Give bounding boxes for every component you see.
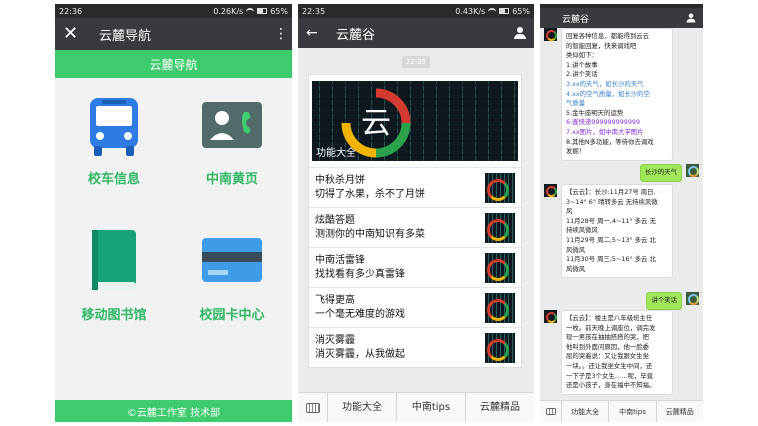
bus-icon — [90, 98, 138, 156]
battery-level: 65% — [270, 6, 288, 16]
menu-item-tips[interactable]: 中南tips — [397, 392, 466, 422]
article-item[interactable]: 炫酷答题测测你的中南知识有多菜 — [309, 207, 521, 247]
item-subtitle: 找找看有多少真雷锋 — [315, 268, 405, 280]
battery-icon — [499, 8, 510, 14]
menu-item-features[interactable]: 功能大全 — [328, 392, 397, 422]
item-title: 炫酷答题 — [315, 214, 355, 226]
page-title: 云麓导航 — [99, 28, 152, 44]
tile-grid: 校车信息 中南黄页 移动图书馆 校园卡中心 — [55, 78, 292, 400]
status-time: 22:36 — [59, 6, 83, 16]
user-profile-icon[interactable] — [686, 13, 696, 23]
user-profile-icon[interactable] — [514, 27, 526, 39]
banner-caption: 功能大全 — [316, 148, 356, 159]
message-bubble: 回复各种信息，都能得到云云 的智能回复，快来调戏吧 类似如下： 1.讲个故事 2… — [561, 28, 673, 161]
message-bubble: 长沙的天气 — [640, 164, 682, 182]
item-subtitle: 切得了水果，杀不了月饼 — [315, 188, 425, 200]
item-title: 中秋杀月饼 — [315, 174, 365, 186]
item-title: 飞得更高 — [315, 294, 355, 306]
user-avatar — [686, 292, 699, 305]
tile-label: 移动图书馆 — [81, 308, 147, 323]
item-thumbnail — [485, 252, 515, 283]
svg-text:云: 云 — [361, 106, 391, 141]
item-subtitle: 消灭雾霾，从我做起 — [315, 348, 405, 360]
wifi-icon — [488, 8, 497, 14]
message-time: 22:35 — [402, 56, 430, 68]
menu-item-features[interactable]: 功能大全 — [562, 400, 610, 422]
book-icon — [92, 230, 136, 290]
article-item[interactable]: 消灭雾霾消灭雾霾，从我做起 — [309, 327, 521, 367]
tile-label: 校车信息 — [87, 172, 140, 187]
article-item[interactable]: 中秋杀月饼切得了水果，杀不了月饼 — [309, 167, 521, 207]
message-bubble: 讲个笑话 — [646, 292, 682, 310]
menu-item-featured[interactable]: 云麓精品 — [657, 401, 703, 423]
back-arrow-icon[interactable]: ← — [306, 25, 322, 41]
keyboard-icon — [305, 402, 320, 413]
card-banner[interactable]: 云 功能大全 — [312, 81, 518, 161]
bottom-menu: 功能大全 中南tips 云麓精品 — [298, 392, 534, 422]
bot-avatar — [544, 184, 557, 197]
close-icon[interactable]: ✕ — [63, 25, 79, 43]
title-bar: 云麓谷 — [540, 8, 703, 28]
menu-item-tips[interactable]: 中南tips — [609, 400, 657, 422]
title-bar: ← 云麓谷 — [298, 18, 534, 48]
card-icon — [202, 238, 262, 282]
menu-item-featured[interactable]: 云麓精品 — [466, 393, 534, 423]
header-banner: 云麓导航 — [55, 50, 292, 78]
item-title: 中南活雷锋 — [315, 254, 365, 266]
item-subtitle: 一个毫无难度的游戏 — [315, 308, 405, 320]
item-thumbnail — [485, 332, 515, 363]
article-item[interactable]: 飞得更高一个毫无难度的游戏 — [309, 287, 521, 327]
footer: ©云麓工作室 技术部 — [55, 400, 292, 422]
item-thumbnail — [485, 212, 515, 243]
bot-avatar — [544, 28, 557, 41]
message-bubble: 【云云】：长沙:11月27号 周日, 3~14° 6° 晴转多云 无持续风微 风… — [561, 184, 673, 279]
title-bar: ✕ 云麓导航 ⋮ — [55, 18, 292, 50]
tile-label: 校园卡中心 — [199, 308, 265, 323]
article-item[interactable]: 中南活雷锋找找看有多少真雷锋 — [309, 247, 521, 287]
user-avatar — [686, 164, 699, 177]
item-thumbnail — [485, 292, 515, 323]
bottom-menu: 功能大全 中南tips 云麓精品 — [540, 400, 703, 422]
keyboard-icon — [545, 408, 556, 415]
tile-label: 中南黄页 — [205, 172, 258, 187]
phone-screen-chat: 云麓谷 回复各种信息，都能得到云云 的智能回复，快来调戏吧 类似如下： 1.讲个… — [540, 4, 703, 422]
more-options-icon[interactable]: ⋮ — [274, 27, 288, 41]
tile-campus-card[interactable]: 校园卡中心 — [173, 228, 291, 323]
page-title: 云麓谷 — [336, 27, 376, 43]
phone-screen-navigation: 22:36 0.26K/s 65% ✕ 云麓导航 ⋮ 云麓导航 校车信息 中南黄… — [55, 4, 292, 422]
status-bar: 22:36 0.26K/s 65% — [55, 4, 292, 18]
message-bubble: 【云云】：楼主是八年级班主任 一枚。前天晚上调座位，调完发 现一男孩在抽抽搭搭的… — [561, 310, 673, 395]
battery-icon — [257, 8, 268, 14]
phone-screen-chat-menu: 22:35 0.43K/s 65% ← 云麓谷 22:35 云 功能大全 中秋杀… — [298, 4, 534, 422]
tile-library[interactable]: 移动图书馆 — [55, 228, 173, 323]
bot-avatar — [544, 310, 557, 323]
network-speed: 0.26K/s — [213, 6, 244, 16]
item-title: 消灭雾霾 — [315, 334, 355, 346]
keyboard-toggle[interactable] — [540, 400, 562, 422]
tile-yellow-pages[interactable]: 中南黄页 — [173, 96, 291, 187]
item-thumbnail — [485, 172, 515, 203]
page-title: 云麓谷 — [562, 14, 590, 25]
network-speed: 0.43K/s — [455, 6, 486, 16]
article-card: 云 功能大全 中秋杀月饼 切得了水果，杀不了月饼 炫酷答题 测测你的中南知识有多菜 … — [308, 74, 522, 368]
status-time: 22:35 — [302, 6, 326, 16]
keyboard-toggle[interactable] — [298, 392, 328, 422]
tile-bus[interactable]: 校车信息 — [55, 96, 173, 187]
status-bar: 22:35 0.43K/s 65% — [298, 4, 534, 18]
wifi-icon — [246, 8, 255, 14]
battery-level: 65% — [512, 6, 530, 16]
item-subtitle: 测测你的中南知识有多菜 — [315, 228, 425, 240]
contact-phone-icon — [202, 102, 262, 148]
